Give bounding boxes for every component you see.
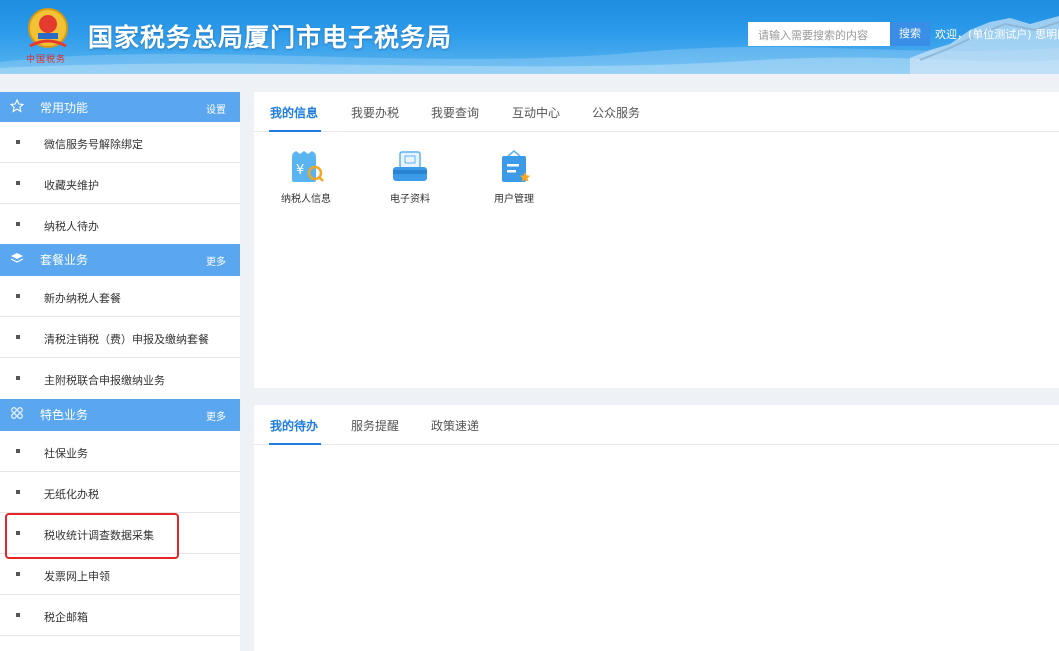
user-management-icon <box>502 150 531 182</box>
my-todo-panel: 我的待办 服务提醒 政策速递 <box>254 405 1059 651</box>
bullet-icon <box>16 490 20 494</box>
section-header-packages: 套餐业务 更多 <box>0 244 240 276</box>
app-label: 电子资料 <box>390 194 430 205</box>
app-label: 用户管理 <box>494 194 534 205</box>
tab-bar: 我的信息 我要办税 我要查询 互动中心 公众服务 <box>254 92 1059 132</box>
app-label: 纳税人信息 <box>281 194 331 205</box>
my-info-panel: 我的信息 我要办税 我要查询 互动中心 公众服务 ¥ 纳税人信息 电子资料 用户… <box>254 92 1059 388</box>
section-header-featured: 特色业务 更多 <box>0 399 240 431</box>
brand-subtitle: 中国税务 <box>26 55 67 65</box>
sidebar-item-favorites[interactable]: 收藏夹维护 <box>0 163 240 204</box>
tab-public-service[interactable]: 公众服务 <box>592 104 640 121</box>
app-taxpayer-info[interactable]: ¥ 纳税人信息 <box>266 150 346 205</box>
tab-my-info[interactable]: 我的信息 <box>270 104 318 121</box>
section-header-common: 常用功能 设置 <box>0 92 240 122</box>
app-user-management[interactable]: 用户管理 <box>474 150 554 205</box>
search-input[interactable]: 请输入需要搜索的内容 <box>748 22 890 46</box>
sidebar-item-new-taxpayer[interactable]: 新办纳税人套餐 <box>0 276 240 317</box>
bullet-icon <box>16 294 20 298</box>
bullet-icon <box>16 181 20 185</box>
bullet-icon <box>16 335 20 339</box>
tab-service-reminder[interactable]: 服务提醒 <box>351 417 399 434</box>
sidebar-item-social-security[interactable]: 社保业务 <box>0 431 240 472</box>
sidebar: 常用功能 设置 微信服务号解除绑定 收藏夹维护 纳税人待办 套餐业务 更多 新办… <box>0 92 240 651</box>
tax-emblem-icon <box>28 8 68 48</box>
sidebar-item-label: 无纸化办税 <box>44 488 99 501</box>
section-title: 套餐业务 <box>40 253 89 267</box>
sidebar-item-label: 新办纳税人套餐 <box>44 292 121 305</box>
app-electronic-docs[interactable]: 电子资料 <box>370 150 450 205</box>
sidebar-item-label: 发票网上申领 <box>44 570 110 583</box>
sidebar-item-invoice-apply[interactable]: 发票网上申领 <box>0 554 240 595</box>
settings-link[interactable]: 设置 <box>206 101 226 116</box>
welcome-text: 欢迎，(单位测试户) 思明区 <box>935 28 1059 41</box>
sidebar-item-deregistration[interactable]: 清税注销税（费）申报及缴纳套餐 <box>0 317 240 358</box>
grid-icon <box>11 407 23 419</box>
sidebar-item-label: 税企邮箱 <box>44 611 88 624</box>
sidebar-item-wechat-unbind[interactable]: 微信服务号解除绑定 <box>0 122 240 163</box>
tab-my-todo[interactable]: 我的待办 <box>270 417 318 434</box>
sidebar-item-label: 社保业务 <box>44 447 88 460</box>
sidebar-item-joint-filing[interactable]: 主附税联合申报缴纳业务 <box>0 358 240 399</box>
sidebar-item-label: 税收统计调查数据采集 <box>44 529 154 542</box>
bullet-icon <box>16 613 20 617</box>
search-button[interactable]: 搜索 <box>890 22 930 46</box>
sidebar-item-paperless[interactable]: 无纸化办税 <box>0 472 240 513</box>
tab-interaction[interactable]: 互动中心 <box>512 104 560 121</box>
electronic-docs-icon <box>393 151 427 181</box>
taxpayer-info-icon: ¥ <box>292 151 324 182</box>
layers-icon <box>10 253 24 263</box>
bullet-icon <box>16 531 20 535</box>
sidebar-item-label: 纳税人待办 <box>44 220 99 233</box>
sidebar-item-label: 清税注销税（费）申报及缴纳套餐 <box>44 333 209 346</box>
sidebar-item-label: 主附税联合申报缴纳业务 <box>44 374 165 387</box>
star-icon <box>10 99 24 113</box>
bullet-icon <box>16 376 20 380</box>
tab-tax-handling[interactable]: 我要办税 <box>351 104 399 121</box>
bullet-icon <box>16 572 20 576</box>
sidebar-item-tax-survey[interactable]: 税收统计调查数据采集 <box>0 513 240 554</box>
bullet-icon <box>16 222 20 226</box>
tab-query[interactable]: 我要查询 <box>431 104 479 121</box>
active-tab-indicator <box>269 130 321 132</box>
svg-text:¥: ¥ <box>296 163 304 178</box>
site-header: 中国税务 国家税务总局厦门市电子税务局 请输入需要搜索的内容 搜索 欢迎，(单位… <box>0 0 1059 74</box>
sidebar-item-taxpayer-todo[interactable]: 纳税人待办 <box>0 204 240 244</box>
sidebar-item-label: 收藏夹维护 <box>44 179 99 192</box>
tab-policy-news[interactable]: 政策速递 <box>431 417 479 434</box>
sidebar-item-label: 微信服务号解除绑定 <box>44 138 143 151</box>
tab-bar: 我的待办 服务提醒 政策速递 <box>254 405 1059 445</box>
more-link[interactable]: 更多 <box>206 253 226 268</box>
section-title: 特色业务 <box>40 408 89 422</box>
active-tab-indicator <box>269 443 321 445</box>
bullet-icon <box>16 449 20 453</box>
section-title: 常用功能 <box>40 101 89 115</box>
bullet-icon <box>16 140 20 144</box>
site-title: 国家税务总局厦门市电子税务局 <box>88 23 453 52</box>
more-link[interactable]: 更多 <box>206 408 226 423</box>
sidebar-item-tax-mailbox[interactable]: 税企邮箱 <box>0 595 240 636</box>
